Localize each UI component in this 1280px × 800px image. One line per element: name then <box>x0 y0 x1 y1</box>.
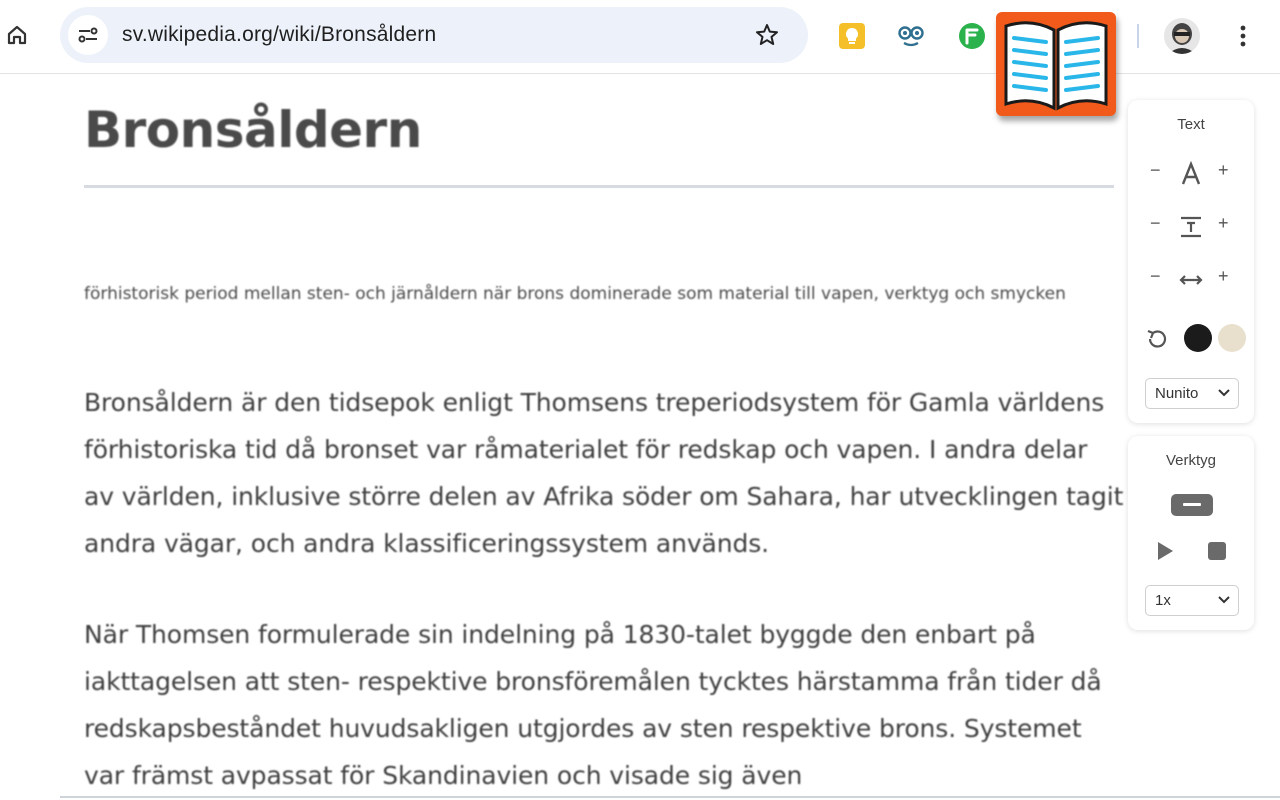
url-text[interactable]: sv.wikipedia.org/wiki/Bronsåldern <box>122 23 436 47</box>
chevron-down-icon <box>1218 596 1230 604</box>
eyes-extension-icon[interactable] <box>896 22 924 50</box>
feedly-extension-icon[interactable] <box>958 22 986 50</box>
lightbulb-extension-icon[interactable] <box>838 22 866 50</box>
line-height-decrease-button[interactable]: − <box>1150 213 1161 234</box>
toolbar-toggle-button[interactable] <box>1171 494 1213 516</box>
font-size-decrease-button[interactable]: − <box>1150 160 1161 181</box>
address-bar[interactable]: sv.wikipedia.org/wiki/Bronsåldern <box>60 7 808 63</box>
article-title: Bronsåldern <box>84 101 422 159</box>
font-family-select[interactable]: Nunito <box>1145 378 1239 409</box>
line-height-row: − + <box>1128 211 1254 241</box>
tools-panel: Verktyg 1x <box>1128 436 1254 630</box>
article-paragraph: Bronsåldern är den tidsepok enligt Thoms… <box>84 388 1124 558</box>
letter-spacing-row: − + <box>1128 264 1254 294</box>
beige-theme-swatch[interactable] <box>1218 324 1246 352</box>
line-height-icon <box>1178 214 1204 240</box>
speed-select[interactable]: 1x <box>1145 585 1239 616</box>
line-height-increase-button[interactable]: + <box>1218 213 1229 234</box>
home-icon[interactable] <box>4 22 30 48</box>
letter-spacing-increase-button[interactable]: + <box>1218 266 1229 287</box>
stop-icon[interactable] <box>1208 542 1226 560</box>
text-panel-title: Text <box>1177 116 1205 133</box>
text-settings-panel: Text − + − + − + Nunito <box>1128 100 1254 423</box>
article-paragraph: När Thomsen formulerade sin indelning på… <box>84 620 1102 790</box>
play-icon[interactable] <box>1154 540 1176 562</box>
page-bottom-divider <box>60 796 1280 798</box>
site-info-icon[interactable] <box>68 15 108 55</box>
toolbar-divider <box>1137 24 1139 48</box>
font-family-value: Nunito <box>1155 385 1199 402</box>
tools-panel-title: Verktyg <box>1165 452 1217 469</box>
letter-spacing-decrease-button[interactable]: − <box>1150 266 1161 287</box>
bookmark-star-icon[interactable] <box>754 22 780 48</box>
letter-spacing-icon <box>1178 267 1204 293</box>
dark-theme-swatch[interactable] <box>1184 324 1212 352</box>
profile-avatar[interactable] <box>1164 18 1200 54</box>
article-short-description: förhistorisk period mellan sten- och jär… <box>84 284 1066 304</box>
title-divider <box>84 185 1114 188</box>
font-size-row: − + <box>1128 158 1254 188</box>
chevron-down-icon <box>1218 389 1230 397</box>
browser-menu-icon[interactable] <box>1236 22 1250 50</box>
reset-icon[interactable] <box>1144 326 1170 352</box>
font-size-icon <box>1178 160 1204 187</box>
font-size-increase-button[interactable]: + <box>1218 160 1229 181</box>
page-content: Bronsåldern förhistorisk period mellan s… <box>0 75 1280 800</box>
speed-value: 1x <box>1155 592 1171 609</box>
